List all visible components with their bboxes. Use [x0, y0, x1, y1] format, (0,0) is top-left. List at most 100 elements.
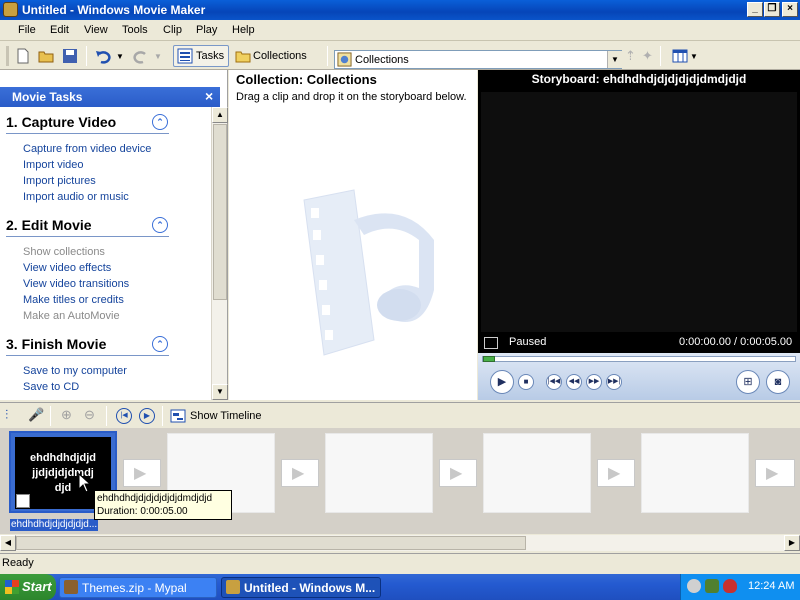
- scroll-thumb[interactable]: [213, 124, 227, 300]
- task-make-titles[interactable]: Make titles or credits: [23, 294, 124, 306]
- taskbar-button-moviemaker[interactable]: Untitled - Windows M...: [221, 577, 381, 598]
- collapse-edit-icon[interactable]: ⌃: [152, 217, 168, 233]
- storyboard-empty-slot-3[interactable]: [325, 433, 433, 513]
- clip-caption[interactable]: ehdhdhdjdjdjdjdjd...: [10, 519, 99, 531]
- storyboard-scrollbar[interactable]: ◀ ▶: [0, 535, 800, 551]
- undo-dropdown-icon[interactable]: ▼: [116, 52, 124, 61]
- zoom-in-icon[interactable]: ⊕: [61, 407, 72, 423]
- split-screen-icon[interactable]: [484, 337, 498, 349]
- clock[interactable]: 12:24 AM: [748, 580, 794, 592]
- menu-edit[interactable]: Edit: [50, 24, 69, 36]
- maximize-button[interactable]: ❐: [764, 2, 780, 17]
- task-save-to-computer[interactable]: Save to my computer: [23, 365, 127, 377]
- scroll-down-icon[interactable]: ▼: [212, 384, 228, 400]
- transition-slot-5[interactable]: ▶: [755, 459, 795, 487]
- close-tasks-pane-icon[interactable]: ×: [205, 88, 213, 104]
- tasks-button[interactable]: Tasks: [173, 45, 229, 67]
- stop-button[interactable]: ■: [518, 374, 534, 390]
- toolbar-grip[interactable]: [6, 46, 9, 66]
- transition-slot-4[interactable]: ▶: [597, 459, 635, 487]
- tasks-pane-icon: [177, 48, 193, 64]
- menu-help[interactable]: Help: [232, 24, 255, 36]
- collapse-finish-icon[interactable]: ⌃: [152, 336, 168, 352]
- rewind-button[interactable]: ◀◀: [566, 374, 582, 390]
- menu-file[interactable]: File: [18, 24, 36, 36]
- collection-pane[interactable]: Collection: Collections Drag a clip and …: [229, 70, 477, 400]
- task-view-video-transitions[interactable]: View video transitions: [23, 278, 129, 290]
- clip-text-line: jjdjdjdjdmdj: [32, 467, 94, 479]
- menu-tools[interactable]: Tools: [122, 24, 148, 36]
- combo-dropdown-arrow-icon[interactable]: ▼: [607, 51, 622, 68]
- task-capture-from-device[interactable]: Capture from video device: [23, 143, 151, 155]
- open-project-icon[interactable]: [38, 48, 54, 64]
- section-capture-video[interactable]: 1. Capture Video: [6, 114, 116, 130]
- transition-slot-2[interactable]: ▶: [281, 459, 319, 487]
- title-bar[interactable]: Untitled - Windows Movie Maker _ ❐ ×: [0, 0, 800, 20]
- windows-logo-icon: [5, 580, 19, 594]
- collections-button-label[interactable]: Collections: [253, 50, 307, 62]
- task-view-video-effects[interactable]: View video effects: [23, 262, 111, 274]
- collections-folder-icon[interactable]: [235, 48, 251, 64]
- take-picture-icon[interactable]: ◙: [766, 370, 790, 394]
- seek-thumb[interactable]: [483, 356, 495, 362]
- clip-text-line: ehdhdhdjdjd: [30, 452, 96, 464]
- collapse-capture-icon[interactable]: ⌃: [152, 114, 168, 130]
- show-timeline-button[interactable]: Show Timeline: [169, 406, 262, 426]
- redo-icon[interactable]: [133, 48, 149, 64]
- set-audio-levels-icon[interactable]: ⫶: [5, 407, 8, 423]
- task-import-video[interactable]: Import video: [23, 159, 84, 171]
- views-icon[interactable]: [672, 48, 688, 64]
- playback-time: 0:00:00.00 / 0:00:05.00: [679, 336, 793, 348]
- storyboard-empty-slot-5[interactable]: [641, 433, 749, 513]
- tray-network-icon[interactable]: [705, 579, 719, 593]
- minimize-button[interactable]: _: [747, 2, 763, 17]
- play-button[interactable]: ▶: [490, 370, 514, 394]
- preview-screen[interactable]: [481, 92, 797, 332]
- task-save-to-cd[interactable]: Save to CD: [23, 381, 79, 393]
- split-clip-icon[interactable]: ⊞: [736, 370, 760, 394]
- fast-forward-button[interactable]: ▶▶: [586, 374, 602, 390]
- undo-icon[interactable]: [95, 48, 111, 64]
- task-import-pictures[interactable]: Import pictures: [23, 175, 96, 187]
- close-button[interactable]: ×: [782, 2, 798, 17]
- new-project-icon[interactable]: [15, 48, 31, 64]
- tray-app-icon[interactable]: [687, 579, 701, 593]
- transition-slot-1[interactable]: ▶: [123, 459, 161, 487]
- storyboard-toolbar: ⫶ 🎤 ⊕ ⊖ |◀ ▶ Show Timeline: [0, 402, 800, 428]
- mypal-app-icon: [64, 580, 78, 594]
- seek-bar[interactable]: [482, 356, 796, 362]
- scroll-left-icon[interactable]: ◀: [0, 535, 16, 551]
- tray-security-icon[interactable]: [723, 579, 737, 593]
- scroll-up-icon[interactable]: ▲: [212, 107, 228, 123]
- clip-effect-icon[interactable]: [16, 494, 30, 508]
- taskbar-button-mypal[interactable]: Themes.zip - Mypal: [59, 577, 217, 598]
- clip-tooltip: ehdhdhdjdjdjdjdjdjdmdjdjd Duration: 0:00…: [94, 490, 232, 520]
- section-edit-movie[interactable]: 2. Edit Movie: [6, 217, 92, 233]
- zoom-out-icon[interactable]: ⊖: [84, 407, 95, 423]
- start-button[interactable]: Start: [0, 574, 56, 600]
- transition-arrow-icon: ▶: [450, 465, 463, 482]
- task-import-audio[interactable]: Import audio or music: [23, 191, 129, 203]
- collections-combo[interactable]: Collections ▼: [334, 50, 622, 69]
- transition-slot-3[interactable]: ▶: [439, 459, 477, 487]
- up-one-level-icon[interactable]: ⇡: [625, 48, 636, 64]
- menu-view[interactable]: View: [84, 24, 108, 36]
- previous-frame-button[interactable]: |◀◀: [546, 374, 562, 390]
- save-project-icon[interactable]: [62, 48, 78, 64]
- task-show-collections[interactable]: Show collections: [23, 246, 105, 258]
- narrate-timeline-icon[interactable]: 🎤: [28, 407, 44, 423]
- menu-clip[interactable]: Clip: [163, 24, 182, 36]
- task-make-automovie[interactable]: Make an AutoMovie: [23, 310, 120, 322]
- horizontal-scroll-thumb[interactable]: [16, 536, 526, 550]
- play-storyboard-icon[interactable]: ▶: [139, 408, 155, 424]
- redo-dropdown-icon[interactable]: ▼: [154, 52, 162, 61]
- menu-play[interactable]: Play: [196, 24, 217, 36]
- rewind-storyboard-icon[interactable]: |◀: [116, 408, 132, 424]
- scroll-right-icon[interactable]: ▶: [784, 535, 800, 551]
- storyboard-empty-slot-4[interactable]: [483, 433, 591, 513]
- views-dropdown-icon[interactable]: ▼: [690, 52, 698, 61]
- section-finish-movie[interactable]: 3. Finish Movie: [6, 336, 106, 352]
- new-collection-icon[interactable]: ✦: [642, 48, 653, 64]
- next-frame-button[interactable]: ▶▶|: [606, 374, 622, 390]
- tasks-scrollbar[interactable]: ▲ ▼: [211, 107, 228, 400]
